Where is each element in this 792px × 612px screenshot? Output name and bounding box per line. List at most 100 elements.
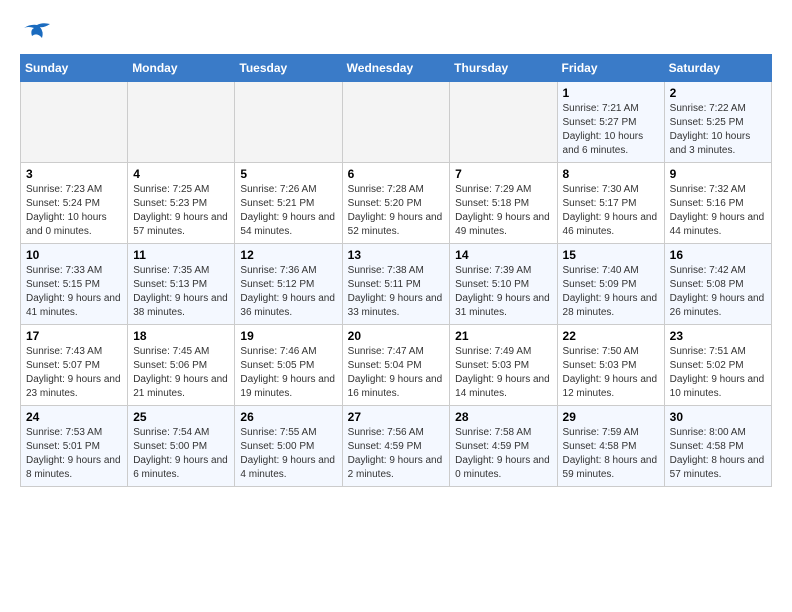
day-number: 10 bbox=[26, 248, 122, 262]
calendar-table: SundayMondayTuesdayWednesdayThursdayFrid… bbox=[20, 54, 772, 487]
day-info: Sunrise: 7:47 AM Sunset: 5:04 PM Dayligh… bbox=[348, 345, 445, 401]
day-number: 18 bbox=[133, 329, 229, 343]
day-info: Sunrise: 7:38 AM Sunset: 5:11 PM Dayligh… bbox=[348, 264, 445, 320]
day-info: Sunrise: 7:21 AM Sunset: 5:27 PM Dayligh… bbox=[563, 102, 659, 158]
day-number: 29 bbox=[563, 410, 659, 424]
day-info: Sunrise: 7:54 AM Sunset: 5:00 PM Dayligh… bbox=[133, 426, 229, 482]
day-number: 30 bbox=[670, 410, 766, 424]
calendar-day-cell: 12Sunrise: 7:36 AM Sunset: 5:12 PM Dayli… bbox=[235, 244, 342, 325]
day-info: Sunrise: 7:28 AM Sunset: 5:20 PM Dayligh… bbox=[348, 183, 445, 239]
day-header-saturday: Saturday bbox=[664, 55, 771, 82]
day-number: 19 bbox=[240, 329, 336, 343]
day-info: Sunrise: 7:33 AM Sunset: 5:15 PM Dayligh… bbox=[26, 264, 122, 320]
calendar-day-cell: 10 Sunrise: 7:33 AM Sunset: 5:15 PM Dayli… bbox=[21, 244, 128, 325]
calendar-day-cell bbox=[21, 82, 128, 163]
day-number: 16 bbox=[670, 248, 766, 262]
day-info: Sunrise: 7:53 AM Sunset: 5:01 PM Dayligh… bbox=[26, 426, 122, 482]
calendar-day-cell bbox=[450, 82, 557, 163]
calendar-week-row: 17 Sunrise: 7:43 AM Sunset: 5:07 PM Dayli… bbox=[21, 325, 772, 406]
day-header-monday: Monday bbox=[128, 55, 235, 82]
day-number: 26 bbox=[240, 410, 336, 424]
day-number: 6 bbox=[348, 167, 445, 181]
calendar-day-cell: 18 Sunrise: 7:45 AM Sunset: 5:06 PM Dayli… bbox=[128, 325, 235, 406]
day-info: Sunrise: 7:40 AM Sunset: 5:09 PM Dayligh… bbox=[563, 264, 659, 320]
calendar-day-cell: 7 Sunrise: 7:29 AM Sunset: 5:18 PM Daylig… bbox=[450, 163, 557, 244]
calendar-day-cell: 20 Sunrise: 7:47 AM Sunset: 5:04 PM Dayli… bbox=[342, 325, 450, 406]
day-header-thursday: Thursday bbox=[450, 55, 557, 82]
calendar-day-cell: 27Sunrise: 7:56 AM Sunset: 4:59 PM Dayli… bbox=[342, 406, 450, 487]
day-number: 21 bbox=[455, 329, 551, 343]
calendar-day-cell bbox=[235, 82, 342, 163]
day-info: Sunrise: 7:30 AM Sunset: 5:17 PM Dayligh… bbox=[563, 183, 659, 239]
day-info: Sunrise: 7:46 AM Sunset: 5:05 PM Dayligh… bbox=[240, 345, 336, 401]
calendar-day-cell: 17 Sunrise: 7:43 AM Sunset: 5:07 PM Dayli… bbox=[21, 325, 128, 406]
day-number: 2 bbox=[670, 86, 766, 100]
calendar-day-cell: 29 Sunrise: 7:59 AM Sunset: 4:58 PM Dayli… bbox=[557, 406, 664, 487]
day-info: Sunrise: 7:55 AM Sunset: 5:00 PM Dayligh… bbox=[240, 426, 336, 482]
day-info: Sunrise: 7:45 AM Sunset: 5:06 PM Dayligh… bbox=[133, 345, 229, 401]
day-header-friday: Friday bbox=[557, 55, 664, 82]
day-info: Sunrise: 7:50 AM Sunset: 5:03 PM Dayligh… bbox=[563, 345, 659, 401]
calendar-day-cell: 3 Sunrise: 7:23 AM Sunset: 5:24 PM Daylig… bbox=[21, 163, 128, 244]
day-number: 24 bbox=[26, 410, 122, 424]
day-number: 17 bbox=[26, 329, 122, 343]
day-header-sunday: Sunday bbox=[21, 55, 128, 82]
calendar-day-cell: 14Sunrise: 7:39 AM Sunset: 5:10 PM Dayli… bbox=[450, 244, 557, 325]
day-number: 11 bbox=[133, 248, 229, 262]
day-info: Sunrise: 7:58 AM Sunset: 4:59 PM Dayligh… bbox=[455, 426, 551, 482]
calendar-day-cell: 26 Sunrise: 7:55 AM Sunset: 5:00 PM Dayli… bbox=[235, 406, 342, 487]
page-header bbox=[20, 20, 772, 44]
day-number: 8 bbox=[563, 167, 659, 181]
day-number: 12 bbox=[240, 248, 336, 262]
day-info: Sunrise: 7:59 AM Sunset: 4:58 PM Dayligh… bbox=[563, 426, 659, 482]
day-info: Sunrise: 7:22 AM Sunset: 5:25 PM Dayligh… bbox=[670, 102, 766, 158]
day-number: 5 bbox=[240, 167, 336, 181]
day-number: 22 bbox=[563, 329, 659, 343]
calendar-day-cell bbox=[342, 82, 450, 163]
day-number: 28 bbox=[455, 410, 551, 424]
calendar-day-cell: 19 Sunrise: 7:46 AM Sunset: 5:05 PM Dayli… bbox=[235, 325, 342, 406]
day-info: Sunrise: 7:39 AM Sunset: 5:10 PM Dayligh… bbox=[455, 264, 551, 320]
calendar-day-cell: 23 Sunrise: 7:51 AM Sunset: 5:02 PM Dayli… bbox=[664, 325, 771, 406]
calendar-day-cell: 28 Sunrise: 7:58 AM Sunset: 4:59 PM Dayli… bbox=[450, 406, 557, 487]
calendar-day-cell: 1 Sunrise: 7:21 AM Sunset: 5:27 PM Daylig… bbox=[557, 82, 664, 163]
calendar-day-cell: 11 Sunrise: 7:35 AM Sunset: 5:13 PM Dayli… bbox=[128, 244, 235, 325]
calendar-week-row: 3 Sunrise: 7:23 AM Sunset: 5:24 PM Daylig… bbox=[21, 163, 772, 244]
calendar-day-cell: 30 Sunrise: 8:00 AM Sunset: 4:58 PM Dayli… bbox=[664, 406, 771, 487]
day-number: 27 bbox=[348, 410, 445, 424]
day-info: Sunrise: 7:35 AM Sunset: 5:13 PM Dayligh… bbox=[133, 264, 229, 320]
day-number: 23 bbox=[670, 329, 766, 343]
calendar-day-cell: 16Sunrise: 7:42 AM Sunset: 5:08 PM Dayli… bbox=[664, 244, 771, 325]
calendar-day-cell bbox=[128, 82, 235, 163]
day-number: 13 bbox=[348, 248, 445, 262]
day-info: Sunrise: 8:00 AM Sunset: 4:58 PM Dayligh… bbox=[670, 426, 766, 482]
calendar-day-cell: 9 Sunrise: 7:32 AM Sunset: 5:16 PM Daylig… bbox=[664, 163, 771, 244]
day-header-tuesday: Tuesday bbox=[235, 55, 342, 82]
day-info: Sunrise: 7:25 AM Sunset: 5:23 PM Dayligh… bbox=[133, 183, 229, 239]
day-info: Sunrise: 7:32 AM Sunset: 5:16 PM Dayligh… bbox=[670, 183, 766, 239]
logo bbox=[20, 20, 52, 44]
calendar-day-cell: 13 Sunrise: 7:38 AM Sunset: 5:11 PM Dayli… bbox=[342, 244, 450, 325]
calendar-day-cell: 4 Sunrise: 7:25 AM Sunset: 5:23 PM Daylig… bbox=[128, 163, 235, 244]
day-info: Sunrise: 7:29 AM Sunset: 5:18 PM Dayligh… bbox=[455, 183, 551, 239]
calendar-day-cell: 25Sunrise: 7:54 AM Sunset: 5:00 PM Dayli… bbox=[128, 406, 235, 487]
day-number: 7 bbox=[455, 167, 551, 181]
day-info: Sunrise: 7:43 AM Sunset: 5:07 PM Dayligh… bbox=[26, 345, 122, 401]
calendar-week-row: 10 Sunrise: 7:33 AM Sunset: 5:15 PM Dayli… bbox=[21, 244, 772, 325]
day-number: 20 bbox=[348, 329, 445, 343]
calendar-week-row: 1 Sunrise: 7:21 AM Sunset: 5:27 PM Daylig… bbox=[21, 82, 772, 163]
day-number: 15 bbox=[563, 248, 659, 262]
calendar-day-cell: 2 Sunrise: 7:22 AM Sunset: 5:25 PM Daylig… bbox=[664, 82, 771, 163]
calendar-day-cell: 6 Sunrise: 7:28 AM Sunset: 5:20 PM Daylig… bbox=[342, 163, 450, 244]
day-number: 9 bbox=[670, 167, 766, 181]
day-info: Sunrise: 7:26 AM Sunset: 5:21 PM Dayligh… bbox=[240, 183, 336, 239]
day-number: 4 bbox=[133, 167, 229, 181]
calendar-day-cell: 24 Sunrise: 7:53 AM Sunset: 5:01 PM Dayli… bbox=[21, 406, 128, 487]
calendar-day-cell: 5 Sunrise: 7:26 AM Sunset: 5:21 PM Daylig… bbox=[235, 163, 342, 244]
day-info: Sunrise: 7:23 AM Sunset: 5:24 PM Dayligh… bbox=[26, 183, 122, 239]
day-header-wednesday: Wednesday bbox=[342, 55, 450, 82]
day-number: 3 bbox=[26, 167, 122, 181]
day-number: 1 bbox=[563, 86, 659, 100]
calendar-header-row: SundayMondayTuesdayWednesdayThursdayFrid… bbox=[21, 55, 772, 82]
day-info: Sunrise: 7:51 AM Sunset: 5:02 PM Dayligh… bbox=[670, 345, 766, 401]
